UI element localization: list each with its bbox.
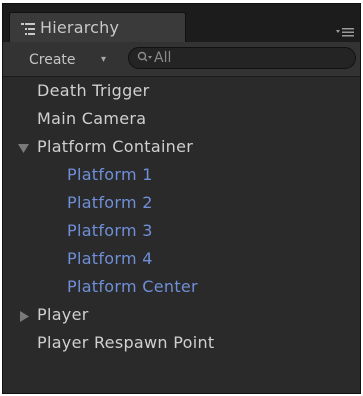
search-icon xyxy=(137,51,152,62)
hierarchy-list-icon xyxy=(21,23,35,35)
tree-item-label: Death Trigger xyxy=(37,81,150,100)
tree-item-label: Main Camera xyxy=(37,109,147,128)
tree-item[interactable]: Death Trigger xyxy=(3,77,360,105)
tree-item[interactable]: Main Camera xyxy=(3,105,360,133)
tree-item-label: Platform 2 xyxy=(67,193,153,212)
tree-item[interactable]: Player xyxy=(3,301,360,329)
panel-menu-icon[interactable] xyxy=(336,25,354,39)
tab-hierarchy[interactable]: Hierarchy xyxy=(9,12,186,43)
tree-item[interactable]: Player Respawn Point xyxy=(3,329,360,357)
tree-item-label: Player Respawn Point xyxy=(37,333,215,352)
tab-bar: Hierarchy xyxy=(3,4,360,43)
tree-item[interactable]: Platform 4 xyxy=(3,245,360,273)
chevron-down-icon: ▾ xyxy=(101,54,107,65)
tree-item-label: Platform Center xyxy=(67,277,198,296)
hierarchy-panel: Hierarchy Create ▾ Death Trigger M xyxy=(2,3,361,394)
tree-item[interactable]: Platform 3 xyxy=(3,217,360,245)
tree-item[interactable]: Platform 2 xyxy=(3,189,360,217)
tab-label: Hierarchy xyxy=(40,18,120,37)
tree-item-label: Player xyxy=(37,305,89,324)
expanded-arrow-icon[interactable] xyxy=(18,143,29,154)
search-input[interactable] xyxy=(154,48,344,68)
tree-item-label: Platform 1 xyxy=(67,165,153,184)
tree-item-label: Platform 4 xyxy=(67,249,153,268)
create-label: Create xyxy=(29,52,76,68)
tree-item[interactable]: Platform 1 xyxy=(3,161,360,189)
toolbar: Create ▾ xyxy=(3,42,360,77)
tree-item-label: Platform Container xyxy=(37,137,194,156)
search-field[interactable] xyxy=(128,47,356,69)
create-button[interactable]: Create ▾ xyxy=(3,48,119,72)
tree-item[interactable]: Platform Container xyxy=(3,133,360,161)
collapsed-arrow-icon[interactable] xyxy=(19,311,30,322)
tree-item[interactable]: Platform Center xyxy=(3,273,360,301)
tree-item-label: Platform 3 xyxy=(67,221,153,240)
